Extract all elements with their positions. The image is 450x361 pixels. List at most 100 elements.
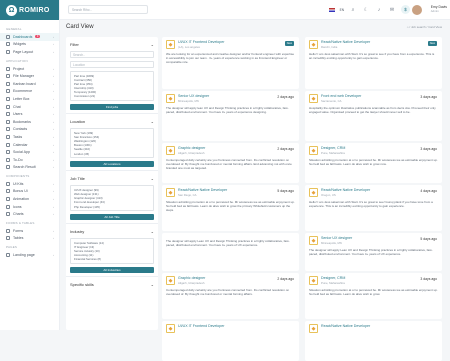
find-jobs-button[interactable]: Find jobs (70, 104, 154, 111)
checkbox-option[interactable]: Commission (21) (74, 94, 150, 98)
sidebar-item-kanban-board[interactable]: Kanban board › (0, 80, 59, 88)
job-card[interactable]: ◆ Graphic designer Aligarh, Uttarpradesh 2 … (162, 143, 299, 183)
job-card[interactable]: ◆ React/Native Native Developer Oregon, US… (305, 185, 442, 231)
job-title[interactable]: Senior UX designer (321, 236, 352, 240)
all-industries-button[interactable]: All Industries (70, 267, 154, 274)
sidebar-item-label: Widgets (13, 42, 26, 47)
all-job-title-button[interactable]: All Job Title (70, 214, 154, 221)
industry-header[interactable]: Industry ⌄ (70, 227, 154, 235)
job-description: Situation admitting promotion at or to p… (309, 287, 438, 296)
job-card[interactable]: ◆ UI/UX IT Frontend Developer (162, 321, 299, 361)
checkbox-option[interactable]: Php Developer (105) (74, 205, 150, 209)
sidebar-item-forms[interactable]: Forms › (0, 227, 59, 235)
sidebar-item-chat[interactable]: Chat › (0, 103, 59, 111)
sidebar-item-tables[interactable]: Tables › (0, 235, 59, 243)
checkbox-option[interactable]: Financial Services (8) (74, 257, 150, 261)
job-card[interactable]: ◆ Designer, CRM Pune, Maharashtra 3 days ag… (305, 273, 442, 319)
filter-search-input[interactable]: Search.. (70, 51, 154, 58)
mail-icon[interactable]: ✉ (388, 6, 396, 14)
sidebar-item-dashboards[interactable]: Dashboards 3 › (0, 33, 59, 41)
sidebar-item-bookmarks[interactable]: Bookmarks › (0, 118, 59, 126)
job-title[interactable]: UI/UX IT Frontend Developer (178, 324, 224, 328)
job-description: Hello! I am Jess sakerman with Start. It… (309, 51, 435, 60)
sidebar-item-ui-kits[interactable]: Ui Kits › (0, 180, 59, 188)
sidebar-item-project[interactable]: Project › (0, 65, 59, 73)
sidebar-item-bonus-ui[interactable]: Bonus Ui › (0, 188, 59, 196)
job-title[interactable]: Designer, CRM (321, 276, 345, 280)
job-card[interactable]: ◆ Senior UX designer Minneapolis, MN 2 days… (162, 91, 299, 141)
job-card[interactable]: ◆ Senior UX designer Minneapolis, MN 5 days… (305, 233, 442, 271)
checkbox-list: Computer Software (14) IT Engineer (13) … (70, 238, 154, 265)
sidebar-item-search-result[interactable]: Search Result › (0, 164, 59, 172)
sidebar-item-social-app[interactable]: Social App › (0, 148, 59, 156)
sidebar-item-landing-page[interactable]: Landing page › (0, 251, 59, 259)
chevron-right-icon: › (53, 42, 54, 47)
chevron-right-icon: › (53, 34, 54, 39)
job-card[interactable]: ◆ UI/UX IT Frontend Developer (LA), Los an… (162, 37, 299, 89)
job-title[interactable]: Designer, CRM (321, 146, 345, 150)
sidebar-item-ecommerce[interactable]: Ecommerce › (0, 88, 59, 96)
skills-header[interactable]: Specific skills ⌄ (70, 280, 154, 288)
sidebar-item-page-layout[interactable]: Page Layout › (0, 48, 59, 56)
job-card[interactable]: ◆ React/Native Native Developer Ranchi, In… (305, 37, 442, 89)
job-title[interactable]: Graphic designer (178, 146, 205, 150)
job-title[interactable]: Front end web Developer (321, 94, 361, 98)
company-logo-icon: ◆ (166, 40, 175, 49)
all-locations-button[interactable]: All Locations (70, 161, 154, 168)
sidebar-item-file-manager[interactable]: File Manager › (0, 72, 59, 80)
job-title-header[interactable]: Job Title ⌄ (70, 174, 154, 182)
brand[interactable]: Ω ROMIRO (0, 0, 59, 20)
job-card[interactable]: ◆ Graphic designer Aligarh, Uttarpradesh 2 … (162, 273, 299, 319)
moon-icon[interactable]: ☾ (362, 6, 370, 14)
company-logo-icon: ◆ (166, 276, 175, 285)
sidebar-item-contacts[interactable]: Contacts › (0, 126, 59, 134)
checkbox-option[interactable]: London (45) (74, 152, 150, 156)
job-title[interactable]: Graphic designer (178, 276, 205, 280)
breadcrumb[interactable]: ⌂ / Job search / Card View (407, 25, 442, 29)
bell-icon[interactable]: ♪ (375, 6, 383, 14)
job-card[interactable]: ◆ React/Native Native Developer San Diego,… (162, 185, 299, 231)
sidebar-item-calendar[interactable]: Calendar › (0, 141, 59, 149)
job-card[interactable]: ◆ Designer, CRM Pune, Maharashtra 3 days ag… (305, 143, 442, 183)
job-title[interactable]: UI/UX IT Frontend Developer (178, 40, 224, 44)
job-title[interactable]: Senior UX designer (178, 94, 209, 98)
filter-section-main: Filter ⌄ Search.. Location Part time (469… (66, 37, 158, 115)
flag-icon[interactable] (328, 7, 335, 12)
job-title[interactable]: React/Native Native Developer (178, 188, 227, 192)
nav-icon (6, 66, 10, 71)
job-card[interactable]: The designer will apply Lean UX and Desi… (162, 233, 299, 271)
job-description: Situation admitting promotion at or to p… (309, 157, 438, 166)
sidebar-item-users[interactable]: Users › (0, 110, 59, 118)
sidebar-item-animation[interactable]: Animation › (0, 195, 59, 203)
sidebar-item-icons[interactable]: Icons › (0, 203, 59, 211)
sidebar-item-charts[interactable]: Charts › (0, 210, 59, 218)
sidebar-item-widgets[interactable]: Widgets › (0, 41, 59, 49)
chevron-right-icon: › (53, 204, 54, 209)
currency-icon[interactable]: $ (401, 5, 410, 14)
location-title: Location (70, 118, 86, 124)
job-title[interactable]: React/Native Native Developer (321, 188, 370, 192)
sidebar-item-letter-box[interactable]: Letter Box › (0, 95, 59, 103)
sidebar-item-label: Bonus Ui (13, 189, 28, 194)
sidebar-item-label: Project (13, 66, 25, 71)
language-label[interactable]: EN (340, 8, 344, 12)
user-info[interactable]: Emy Davis Admin (431, 5, 447, 13)
filter-section-job-title: Job Title ⌄ UI/UX designer (99) Web desig… (66, 171, 158, 225)
sidebar-item-tasks[interactable]: Tasks › (0, 133, 59, 141)
job-location: (LA), Los angeles (178, 45, 200, 49)
job-title[interactable]: React/Native Native Developer (321, 324, 370, 328)
sidebar-item-to-do[interactable]: To-Do › (0, 156, 59, 164)
avatar[interactable] (412, 5, 422, 15)
job-title[interactable]: React/Native Native Developer (321, 40, 370, 44)
search-input[interactable]: Search Riho .. (68, 5, 148, 14)
location-header[interactable]: Location ⌄ (70, 117, 154, 125)
sidebar-nav: GENERAL Dashboards 3 › Widgets › Page Layout › A… (0, 20, 59, 259)
job-card[interactable]: ◆ Front end web Developer Sacramento, CA 3 … (305, 91, 442, 141)
filter-header[interactable]: Filter ⌄ (70, 40, 154, 48)
nav-icon (6, 112, 10, 117)
job-card[interactable]: ◆ React/Native Native Developer (305, 321, 442, 361)
search-icon[interactable]: ⌕ (349, 6, 357, 14)
location-input[interactable]: Location (70, 61, 154, 68)
location-placeholder: Location (73, 62, 86, 67)
nav-icon (6, 142, 10, 147)
